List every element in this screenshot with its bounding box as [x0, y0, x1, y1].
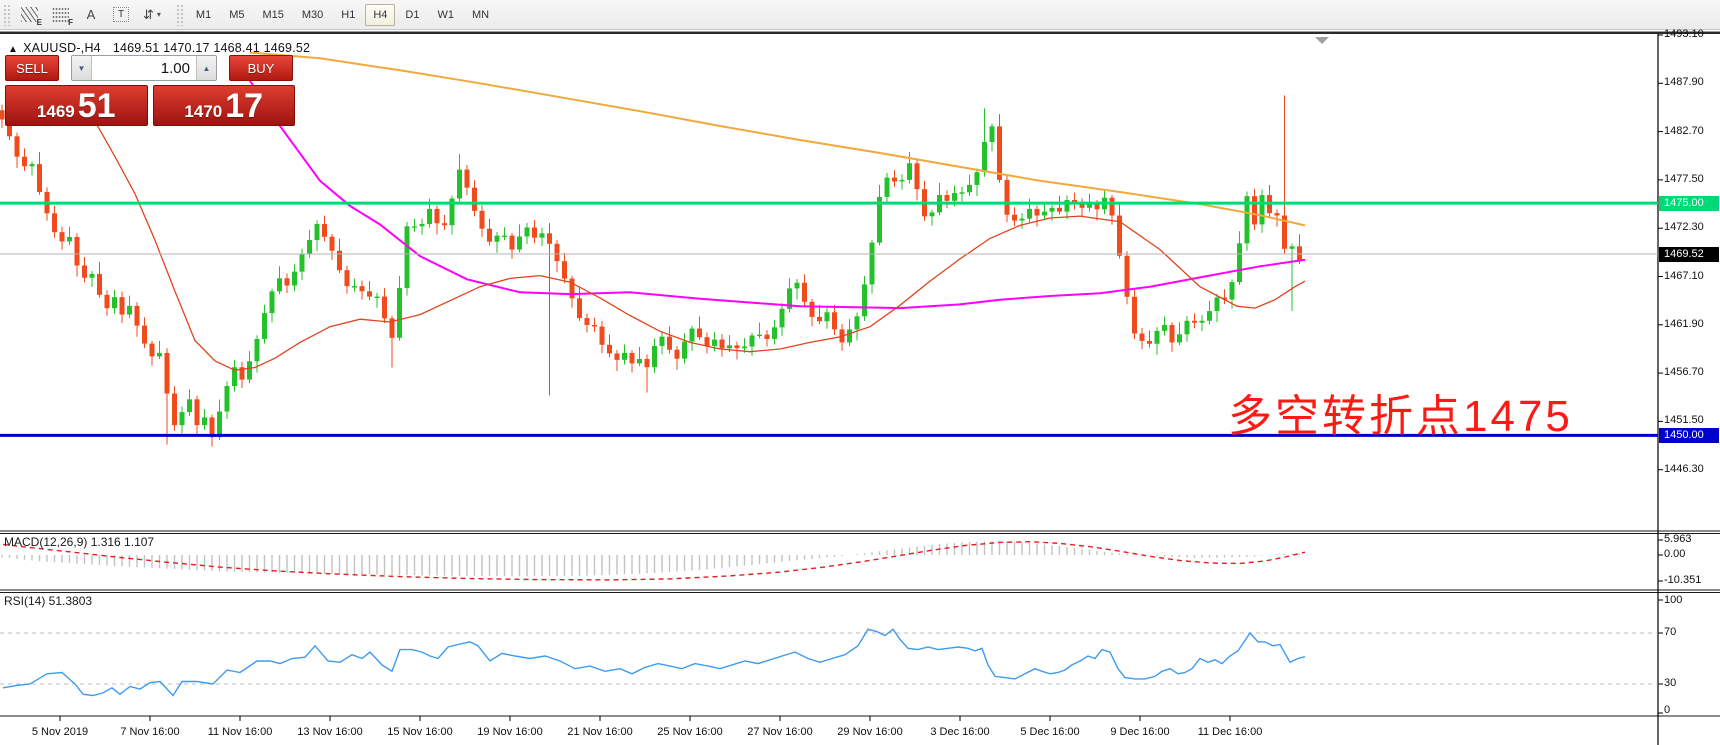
price-tick-label: 1493.10	[1664, 28, 1704, 40]
timeframe-button-h1[interactable]: H1	[333, 4, 363, 26]
toolbar: EFAT⇵▾ M1M5M15M30H1H4D1W1MN	[0, 0, 1720, 30]
text-box-tool-icon[interactable]: T	[108, 3, 134, 27]
price-tick-label: 1446.30	[1664, 463, 1704, 475]
buy-quote[interactable]: 1470 17	[153, 85, 296, 126]
rsi-axis-label: 100	[1664, 594, 1682, 606]
volume-decrease-button[interactable]: ▼	[72, 56, 92, 80]
time-axis-label: 5 Dec 16:00	[1020, 726, 1079, 738]
macd-axis-label: 0.00	[1664, 548, 1685, 560]
price-tick-label: 1456.70	[1664, 366, 1704, 378]
time-axis-label: 11 Nov 16:00	[208, 726, 273, 738]
price-badge-1469.52: 1469.52	[1659, 247, 1719, 262]
timeframe-group: M1M5M15M30H1H4D1W1MN	[187, 4, 498, 26]
ohlc-values: 1469.51 1470.17 1468.41 1469.52	[113, 41, 310, 55]
sell-price-small: 1469	[37, 103, 75, 120]
symbol-title: XAUUSD-,H4	[23, 41, 101, 55]
sell-quote[interactable]: 1469 51	[5, 85, 148, 126]
mt4-window: EFAT⇵▾ M1M5M15M30H1H4D1W1MN ▲ XAUUSD-,H4 1…	[0, 0, 1720, 745]
time-axis-label: 15 Nov 16:00	[387, 726, 452, 738]
timeframe-button-m5[interactable]: M5	[221, 4, 252, 26]
chart-area: ▲ XAUUSD-,H4 1469.51 1470.17 1468.41 1469.…	[0, 34, 1720, 745]
timeframe-button-m1[interactable]: M1	[188, 4, 219, 26]
buy-price-big: 17	[225, 89, 263, 123]
price-tick-label: 1487.90	[1664, 76, 1704, 88]
timeframe-button-h4[interactable]: H4	[365, 4, 395, 26]
buy-button[interactable]: BUY	[229, 55, 293, 81]
price-tick-label: 1477.50	[1664, 173, 1704, 185]
dropdown-caret-icon[interactable]: ▾	[157, 10, 161, 19]
text-label-tool-icon[interactable]: A	[78, 3, 104, 27]
time-axis-label: 5 Nov 2019	[32, 726, 88, 738]
timeframe-button-m30[interactable]: M30	[294, 4, 331, 26]
macd-axis-label: -10.351	[1664, 574, 1701, 586]
sell-price-big: 51	[78, 89, 116, 123]
timeframe-button-mn[interactable]: MN	[464, 4, 497, 26]
time-axis-label: 19 Nov 16:00	[477, 726, 542, 738]
arrows-tool-icon[interactable]: ⇵▾	[138, 3, 166, 27]
price-badge-1475.00: 1475.00	[1659, 196, 1719, 211]
fibo-retracement-tool-icon[interactable]: F	[47, 3, 74, 27]
price-tick-label: 1451.50	[1664, 414, 1704, 426]
rsi-axis-label: 30	[1664, 677, 1676, 689]
sell-button[interactable]: SELL	[5, 55, 59, 81]
toolbar-grip	[3, 4, 11, 26]
chart-annotation-text: 多空转折点1475	[1228, 380, 1573, 444]
volume-stepper: ▼ ▲	[71, 55, 217, 81]
price-badge-1450.00: 1450.00	[1659, 428, 1719, 443]
one-click-trading-panel: SELL ▼ ▲ BUY 1469 51 1470 17	[5, 55, 295, 127]
time-axis-label: 21 Nov 16:00	[567, 726, 632, 738]
timeframe-button-d1[interactable]: D1	[397, 4, 427, 26]
price-tick-label: 1467.10	[1664, 270, 1704, 282]
rsi-axis-label: 0	[1664, 704, 1670, 716]
time-axis-label: 11 Dec 16:00	[1198, 726, 1263, 738]
toolbar-separator	[176, 4, 184, 26]
timeframe-button-m15[interactable]: M15	[254, 4, 291, 26]
fibo-expansion-tool-icon[interactable]: E	[16, 3, 43, 27]
timeframe-button-w1[interactable]: W1	[429, 4, 462, 26]
time-axis-label: 9 Dec 16:00	[1110, 726, 1169, 738]
macd-label: MACD(12,26,9) 1.316 1.107	[4, 535, 154, 549]
collapse-icon[interactable]: ▲	[8, 44, 18, 55]
symbol-header: ▲ XAUUSD-,H4 1469.51 1470.17 1468.41 1469.…	[8, 41, 310, 55]
price-tick-label: 1472.30	[1664, 221, 1704, 233]
time-axis-label: 7 Nov 16:00	[120, 726, 179, 738]
volume-input[interactable]	[92, 56, 196, 80]
time-axis-label: 29 Nov 16:00	[837, 726, 902, 738]
drawing-tools-group: EFAT⇵▾	[14, 3, 168, 27]
time-axis-label: 13 Nov 16:00	[297, 726, 362, 738]
buy-price-small: 1470	[184, 103, 222, 120]
macd-axis-label: 5.963	[1664, 533, 1692, 545]
time-axis-label: 27 Nov 16:00	[747, 726, 812, 738]
time-axis-label: 3 Dec 16:00	[930, 726, 989, 738]
price-tick-label: 1461.90	[1664, 318, 1704, 330]
rsi-label: RSI(14) 51.3803	[4, 594, 92, 608]
time-axis-label: 25 Nov 16:00	[657, 726, 722, 738]
price-tick-label: 1482.70	[1664, 125, 1704, 137]
volume-increase-button[interactable]: ▲	[196, 56, 216, 80]
rsi-axis-label: 70	[1664, 626, 1676, 638]
